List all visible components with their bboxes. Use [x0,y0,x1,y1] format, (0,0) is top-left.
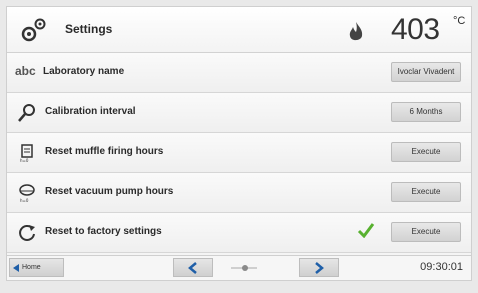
svg-text:h=0: h=0 [20,198,29,203]
footer-bar: Home 09:30:01 [7,255,471,280]
settings-row-reset-muffle: h=0 Reset muffle firing hours Execute [7,133,471,173]
flame-icon [349,22,363,41]
wrench-icon [18,104,35,122]
clock: 09:30:01 [420,261,463,273]
next-page-button[interactable] [299,258,339,277]
factory-reset-execute-button[interactable]: Execute [391,222,461,242]
settings-screen: Settings 403 °C abc Laboratory name Ivoc… [6,6,472,281]
gears-icon [21,18,46,42]
settings-row-factory-reset: Reset to factory settings Execute [7,213,471,253]
row-label: Reset vacuum pump hours [45,186,174,197]
checkmark-icon [357,223,375,238]
home-label: Home [22,264,41,271]
settings-row-laboratory-name: abc Laboratory name Ivoclar Vivadent [7,53,471,93]
header-bar: Settings 403 °C [7,7,471,53]
vacuum-pump-reset-icon: h=0 [19,184,35,203]
row-label: Laboratory name [43,66,125,77]
row-label: Calibration interval [45,106,136,117]
temperature-unit: °C [453,15,466,27]
reset-muffle-execute-button[interactable]: Execute [391,142,461,162]
reset-vacuum-execute-button[interactable]: Execute [391,182,461,202]
home-button[interactable]: Home [9,258,64,277]
page-indicator-dot [242,265,248,271]
row-label: Reset to factory settings [45,226,162,237]
text-abc-icon: abc [15,64,36,78]
factory-reset-icon [19,225,35,241]
temperature-value: 403 [391,13,440,46]
muffle-reset-icon: h=0 [20,144,33,163]
page-indicator [231,265,257,271]
svg-text:h=0: h=0 [20,158,29,163]
previous-page-button[interactable] [173,258,213,277]
settings-row-reset-vacuum: h=0 Reset vacuum pump hours Execute [7,173,471,213]
laboratory-name-button[interactable]: Ivoclar Vivadent [391,62,461,82]
chevron-right-icon [315,262,324,274]
row-label: Reset muffle firing hours [45,146,164,157]
calibration-interval-button[interactable]: 6 Months [391,102,461,122]
back-arrow-icon [13,264,19,272]
page-title: Settings [65,22,113,36]
settings-row-calibration-interval: Calibration interval 6 Months [7,93,471,133]
chevron-left-icon [188,262,197,274]
